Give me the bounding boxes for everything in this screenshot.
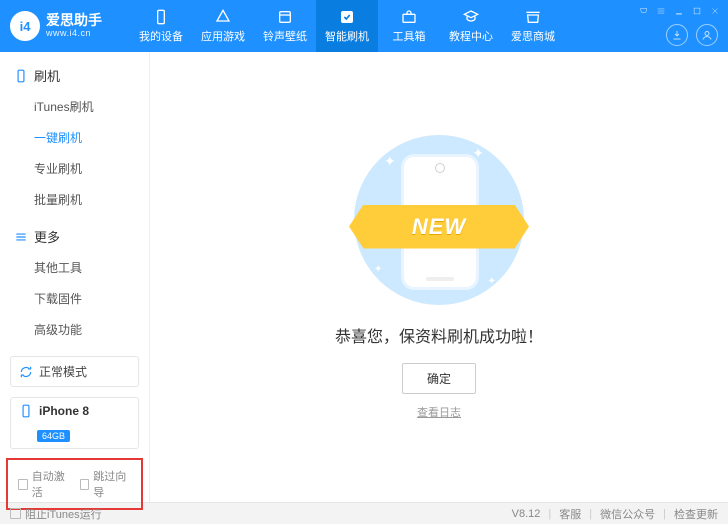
device-name: iPhone 8 bbox=[39, 404, 89, 418]
sidebar-list-flash: iTunes刷机 一键刷机 专业刷机 批量刷机 bbox=[0, 91, 149, 221]
nav-store[interactable]: 爱思商城 bbox=[502, 0, 564, 52]
menu-icon bbox=[14, 230, 28, 244]
confirm-button[interactable]: 确定 bbox=[402, 363, 476, 394]
section-title: 更多 bbox=[34, 227, 60, 246]
checkbox-label: 自动激活 bbox=[32, 468, 70, 500]
footer-link-support[interactable]: 客服 bbox=[559, 506, 581, 522]
sidebar-item-other-tools[interactable]: 其他工具 bbox=[0, 252, 149, 283]
sidebar-item-download-fw[interactable]: 下载固件 bbox=[0, 283, 149, 314]
tutorial-icon bbox=[462, 8, 480, 26]
sidebar-item-itunes-flash[interactable]: iTunes刷机 bbox=[0, 91, 149, 122]
mode-label: 正常模式 bbox=[39, 363, 87, 380]
device-icon bbox=[19, 404, 33, 418]
nav-flash[interactable]: 智能刷机 bbox=[316, 0, 378, 52]
sidebar-item-pro-flash[interactable]: 专业刷机 bbox=[0, 153, 149, 184]
main-panel: ✦ ✦ ✦ ✦ NEW 恭喜您，保资料刷机成功啦！ 确定 查看日志 bbox=[150, 52, 728, 502]
mode-box[interactable]: 正常模式 bbox=[10, 356, 139, 387]
store-icon bbox=[524, 8, 542, 26]
checkbox-icon bbox=[10, 508, 21, 519]
checkbox-icon bbox=[18, 479, 28, 490]
checkbox-label: 跳过向导 bbox=[93, 468, 131, 500]
device-box[interactable]: iPhone 8 64GB bbox=[10, 397, 139, 449]
nav-apps[interactable]: 应用游戏 bbox=[192, 0, 254, 52]
menu-icon[interactable] bbox=[654, 4, 668, 18]
success-message: 恭喜您，保资料刷机成功啦！ bbox=[335, 323, 543, 347]
nav-ringtone[interactable]: 铃声壁纸 bbox=[254, 0, 316, 52]
nav-label: 我的设备 bbox=[139, 28, 183, 44]
ringtone-icon bbox=[276, 8, 294, 26]
checkbox-skip-setup[interactable]: 跳过向导 bbox=[80, 468, 132, 500]
version-label: V8.12 bbox=[512, 508, 541, 520]
top-nav: 我的设备 应用游戏 铃声壁纸 智能刷机 工具箱 教程中心 爱思商城 bbox=[130, 0, 564, 52]
window-controls bbox=[636, 4, 722, 18]
nav-my-device[interactable]: 我的设备 bbox=[130, 0, 192, 52]
device-icon bbox=[152, 8, 170, 26]
user-icon[interactable] bbox=[696, 24, 718, 46]
checkbox-block-itunes[interactable]: 阻止iTunes运行 bbox=[10, 506, 102, 522]
maximize-icon[interactable] bbox=[690, 4, 704, 18]
sidebar: 刷机 iTunes刷机 一键刷机 专业刷机 批量刷机 更多 其他工具 下载固件 … bbox=[0, 52, 150, 502]
brand-text: 爱思助手 www.i4.cn bbox=[46, 13, 102, 38]
new-ribbon: NEW bbox=[349, 205, 529, 249]
refresh-icon bbox=[19, 365, 33, 379]
download-icon[interactable] bbox=[666, 24, 688, 46]
nav-toolbox[interactable]: 工具箱 bbox=[378, 0, 440, 52]
phone-icon bbox=[14, 69, 28, 83]
checkbox-icon bbox=[80, 479, 90, 490]
nav-label: 智能刷机 bbox=[325, 28, 369, 44]
apps-icon bbox=[214, 8, 232, 26]
sidebar-section-flash: 刷机 bbox=[0, 60, 149, 91]
success-illustration: ✦ ✦ ✦ ✦ NEW bbox=[354, 135, 524, 305]
toolbox-icon bbox=[400, 8, 418, 26]
sidebar-item-batch-flash[interactable]: 批量刷机 bbox=[0, 184, 149, 215]
checkbox-row: 自动激活 跳过向导 bbox=[6, 458, 143, 510]
checkbox-label: 阻止iTunes运行 bbox=[25, 506, 102, 522]
section-title: 刷机 bbox=[34, 66, 60, 85]
header: i4 爱思助手 www.i4.cn 我的设备 应用游戏 铃声壁纸 智能刷机 工具… bbox=[0, 0, 728, 52]
footer-link-update[interactable]: 检查更新 bbox=[674, 506, 718, 522]
storage-badge: 64GB bbox=[37, 430, 70, 442]
nav-label: 应用游戏 bbox=[201, 28, 245, 44]
cart-icon[interactable] bbox=[636, 4, 650, 18]
sidebar-list-more: 其他工具 下载固件 高级功能 bbox=[0, 252, 149, 351]
footer-link-wechat[interactable]: 微信公众号 bbox=[600, 506, 655, 522]
flash-icon bbox=[338, 8, 356, 26]
checkbox-auto-activate[interactable]: 自动激活 bbox=[18, 468, 70, 500]
nav-tutorial[interactable]: 教程中心 bbox=[440, 0, 502, 52]
brand-url: www.i4.cn bbox=[46, 29, 102, 39]
nav-label: 铃声壁纸 bbox=[263, 28, 307, 44]
header-actions bbox=[666, 24, 718, 46]
close-icon[interactable] bbox=[708, 4, 722, 18]
logo-icon: i4 bbox=[10, 11, 40, 41]
logo-area: i4 爱思助手 www.i4.cn bbox=[0, 11, 130, 41]
view-log-link[interactable]: 查看日志 bbox=[417, 404, 461, 420]
sidebar-item-oneclick-flash[interactable]: 一键刷机 bbox=[0, 122, 149, 153]
nav-label: 爱思商城 bbox=[511, 28, 555, 44]
sidebar-section-more: 更多 bbox=[0, 221, 149, 252]
sidebar-item-advanced[interactable]: 高级功能 bbox=[0, 314, 149, 345]
brand-name: 爱思助手 bbox=[46, 13, 102, 28]
nav-label: 工具箱 bbox=[393, 28, 426, 44]
nav-label: 教程中心 bbox=[449, 28, 493, 44]
minimize-icon[interactable] bbox=[672, 4, 686, 18]
